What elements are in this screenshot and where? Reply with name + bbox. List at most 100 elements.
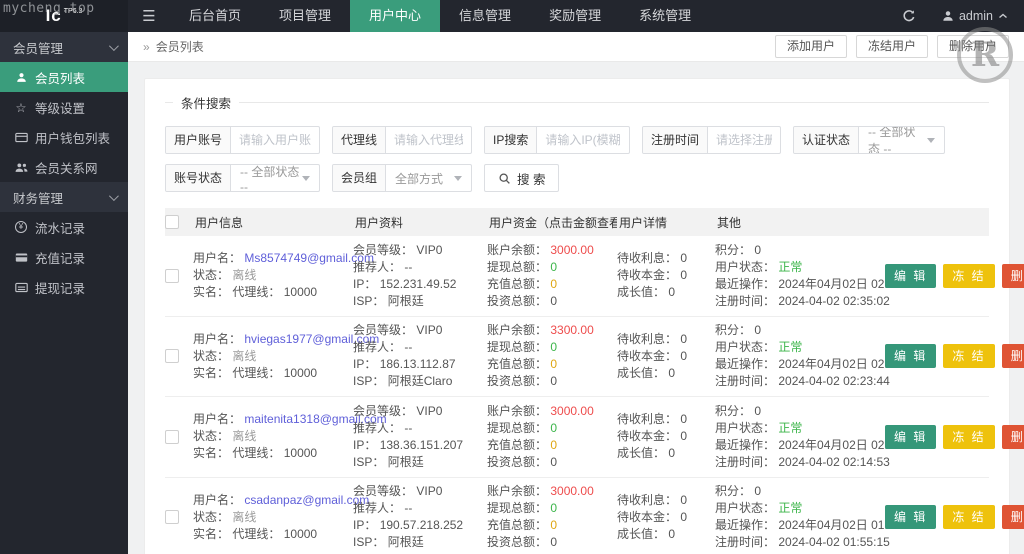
auth-status-select[interactable]: -- 全部状态 -- — [859, 127, 944, 153]
row-checkbox[interactable] — [165, 510, 179, 525]
withdraw-value[interactable]: 0 — [550, 421, 557, 435]
menu-item-projects[interactable]: 项目管理 — [260, 0, 350, 32]
member-group-select[interactable]: 全部方式 — [386, 165, 471, 191]
search-button[interactable]: 搜 索 — [484, 164, 560, 192]
caret-down-icon — [302, 175, 310, 181]
table-row: 用户名： hviegas1977@gmail.com 状态： 离线 实名： 代理… — [165, 317, 1024, 397]
search-icon — [499, 172, 510, 184]
menu-item-user-center[interactable]: 用户中心 — [350, 0, 441, 32]
isp-label: ISP： — [353, 535, 385, 549]
user-funds-cell: 账户余额： 3000.00 提现总额： 0 充值总额： 0 投资总额： 0 — [487, 483, 617, 553]
agent-input[interactable] — [386, 127, 471, 153]
account-status-value: -- 全部状态 -- — [240, 164, 300, 192]
agent-label: 代理线： — [232, 446, 281, 460]
growth-value: 0 — [668, 526, 676, 541]
freeze-button[interactable]: 冻 结 — [943, 344, 995, 369]
delete-button[interactable]: 删 除 — [1001, 424, 1024, 449]
sidebar-item-level-settings[interactable]: ☆ 等级设置 — [0, 92, 128, 122]
delete-button[interactable]: 删 除 — [1001, 263, 1024, 288]
invest-value[interactable]: 0 — [550, 374, 557, 388]
status-label: 状态： — [193, 268, 230, 282]
freeze-button[interactable]: 冻 结 — [943, 263, 995, 288]
sidebar-group-member[interactable]: 会员管理 — [0, 32, 128, 62]
reg-time-label: 注册时间： — [715, 535, 776, 549]
menu-item-rewards[interactable]: 奖励管理 — [530, 0, 620, 32]
row-actions: 编 辑 冻 结 删 除 — [885, 424, 1024, 449]
username-link[interactable]: csadanpaz@gmail.com — [244, 493, 369, 507]
balance-value[interactable]: 3000.00 — [550, 404, 593, 418]
sidebar-group-finance[interactable]: 财务管理 — [0, 182, 128, 212]
principal-label: 待收本金： — [617, 348, 678, 363]
freeze-button[interactable]: 冻 结 — [943, 424, 995, 449]
account-status-select[interactable]: -- 全部状态 -- — [231, 165, 319, 191]
chevron-down-icon — [108, 40, 119, 51]
balance-label: 账户余额： — [487, 242, 548, 257]
delete-button[interactable]: 删 除 — [1001, 344, 1024, 369]
withdraw-value[interactable]: 0 — [550, 501, 557, 515]
sidebar-item-relation-network[interactable]: 会员关系网 — [0, 152, 128, 182]
hamburger-menu-icon[interactable]: ☰ — [128, 0, 170, 32]
referrer-label: 推荐人： — [353, 340, 402, 354]
recharge-value[interactable]: 0 — [550, 518, 557, 532]
edit-button[interactable]: 编 辑 — [885, 424, 937, 449]
col-user-details: 用户详情 — [619, 215, 668, 230]
select-all-checkbox[interactable] — [165, 215, 179, 229]
realname-label: 实名： — [193, 285, 230, 299]
balance-value[interactable]: 3000.00 — [550, 243, 593, 257]
growth-value: 0 — [668, 285, 676, 299]
sidebar-item-recharge-records[interactable]: 充值记录 — [0, 242, 128, 272]
freeze-user-button[interactable]: 冻结用户 — [855, 35, 928, 58]
sidebar: 会员管理 会员列表 ☆ 等级设置 用户钱包列表 会员关系网 财务管理 ¥ 流水记… — [0, 32, 128, 554]
ip-search-input[interactable] — [537, 127, 629, 153]
invest-label: 投资总额： — [487, 535, 548, 549]
ip-label: IP： — [353, 357, 377, 371]
breadcrumb-symbol: » — [143, 39, 150, 54]
invest-value[interactable]: 0 — [550, 455, 557, 469]
menu-item-system[interactable]: 系统管理 — [620, 0, 710, 32]
edit-button[interactable]: 编 辑 — [885, 263, 937, 288]
points-label: 积分： — [715, 484, 752, 498]
invest-value[interactable]: 0 — [550, 294, 557, 308]
reg-time-value: 2024-04-02 02:14:53 — [778, 454, 890, 469]
username-label: 用户名： — [193, 251, 242, 265]
withdraw-value[interactable]: 0 — [550, 340, 557, 354]
edit-button[interactable]: 编 辑 — [885, 505, 937, 530]
sidebar-item-member-list[interactable]: 会员列表 — [0, 62, 128, 92]
search-button-label: 搜 索 — [517, 172, 546, 187]
delete-button[interactable]: 删 除 — [1001, 505, 1024, 530]
edit-button[interactable]: 编 辑 — [885, 344, 937, 369]
sidebar-item-label: 用户钱包列表 — [35, 131, 111, 146]
recharge-label: 充值总额： — [487, 437, 548, 452]
recharge-value[interactable]: 0 — [550, 357, 557, 371]
invest-value[interactable]: 0 — [550, 535, 557, 549]
menu-item-dashboard[interactable]: 后台首页 — [170, 0, 260, 32]
balance-value[interactable]: 3000.00 — [550, 484, 593, 498]
withdraw-label: 提现总额： — [487, 259, 548, 274]
row-checkbox[interactable] — [165, 349, 179, 364]
user-status-value: 正常 — [778, 420, 803, 435]
growth-value: 0 — [668, 446, 676, 460]
refresh-icon[interactable] — [902, 9, 916, 23]
withdraw-value[interactable]: 0 — [550, 260, 557, 274]
user-funds-cell: 账户余额： 3000.00 提现总额： 0 充值总额： 0 投资总额： 0 — [487, 241, 617, 311]
isp-label: ISP： — [353, 374, 385, 388]
recharge-value[interactable]: 0 — [550, 438, 557, 452]
add-user-button[interactable]: 添加用户 — [774, 35, 847, 58]
referrer-label: 推荐人： — [353, 420, 402, 435]
sidebar-item-withdraw-records[interactable]: 提现记录 — [0, 272, 128, 302]
delete-user-button[interactable]: 删除用户 — [936, 35, 1009, 58]
freeze-button[interactable]: 冻 结 — [943, 505, 995, 530]
principal-label: 待收本金： — [617, 509, 678, 524]
account-input[interactable] — [231, 127, 319, 153]
row-checkbox[interactable] — [165, 429, 179, 444]
row-checkbox[interactable] — [165, 268, 179, 283]
balance-value[interactable]: 3300.00 — [550, 323, 593, 337]
logo-version: TP6.3 — [63, 7, 83, 15]
regtime-input[interactable] — [708, 127, 780, 153]
recharge-value[interactable]: 0 — [550, 277, 557, 291]
sidebar-item-wallet-list[interactable]: 用户钱包列表 — [0, 122, 128, 152]
recharge-label: 充值总额： — [487, 357, 548, 371]
sidebar-item-flow-records[interactable]: ¥ 流水记录 — [0, 212, 128, 242]
admin-dropdown[interactable]: admin — [942, 9, 1008, 23]
menu-item-info[interactable]: 信息管理 — [440, 0, 530, 32]
